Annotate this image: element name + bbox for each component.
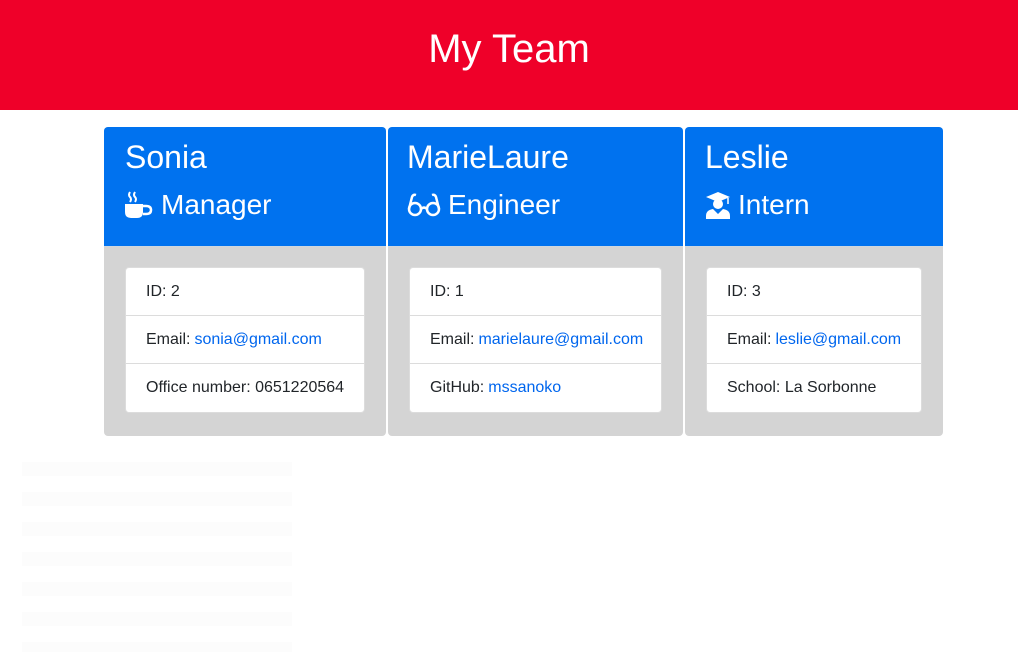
role-label: Intern	[738, 189, 810, 220]
glasses-icon	[407, 191, 441, 219]
page-title: My Team	[428, 26, 590, 71]
team-cards: Sonia Manager ID: 2 Email: sonia@gmail.c…	[104, 127, 943, 436]
info-list: ID: 2 Email: sonia@gmail.com Office numb…	[125, 267, 365, 413]
coffee-icon	[124, 191, 154, 219]
info-list: ID: 3 Email: leslie@gmail.com School: La…	[706, 267, 922, 413]
card-header: Sonia Manager	[104, 127, 386, 247]
email-link[interactable]: leslie@gmail.com	[775, 331, 901, 349]
list-item-school: School: La Sorbonne	[707, 364, 921, 412]
list-item-office-number: Office number: 0651220564	[126, 364, 364, 412]
email-label: Email:	[430, 330, 475, 348]
employee-card-manager: Sonia Manager ID: 2 Email: sonia@gmail.c…	[104, 127, 386, 436]
school-text: School: La Sorbonne	[727, 379, 877, 396]
faded-background-artifact	[22, 462, 292, 652]
email-label: Email:	[146, 330, 191, 348]
employee-role: Intern	[705, 189, 810, 221]
github-link[interactable]: mssanoko	[488, 379, 561, 397]
list-item-email: Email: marielaure@gmail.com	[410, 316, 661, 364]
header-banner: My Team	[0, 0, 1018, 110]
list-item-github: GitHub: mssanoko	[410, 364, 661, 412]
list-item-email: Email: leslie@gmail.com	[707, 316, 921, 364]
list-item-id: ID: 3	[707, 268, 921, 316]
info-list: ID: 1 Email: marielaure@gmail.com GitHub…	[409, 267, 662, 413]
graduate-icon	[705, 191, 731, 219]
role-label: Engineer	[448, 189, 561, 220]
email-link[interactable]: sonia@gmail.com	[194, 331, 321, 349]
card-header: Leslie Intern	[685, 127, 943, 247]
email-link[interactable]: marielaure@gmail.com	[478, 331, 643, 349]
employee-role: Engineer	[407, 189, 560, 221]
employee-name: Leslie	[705, 139, 789, 175]
list-item-id: ID: 1	[410, 268, 661, 316]
employee-card-engineer: MarieLaure Engineer ID: 1 Email: mariela…	[388, 127, 683, 436]
employee-name: MarieLaure	[407, 139, 569, 175]
email-label: Email:	[727, 330, 772, 348]
github-label: GitHub:	[430, 379, 485, 396]
list-item-id: ID: 2	[126, 268, 364, 316]
office-number-text: Office number: 0651220564	[146, 379, 345, 396]
list-item-email: Email: sonia@gmail.com	[126, 316, 364, 364]
employee-role: Manager	[124, 189, 272, 221]
card-header: MarieLaure Engineer	[388, 127, 683, 247]
role-label: Manager	[161, 189, 272, 220]
employee-card-intern: Leslie Intern ID: 3 Email: leslie@gmail.…	[685, 127, 943, 436]
employee-name: Sonia	[125, 139, 207, 175]
